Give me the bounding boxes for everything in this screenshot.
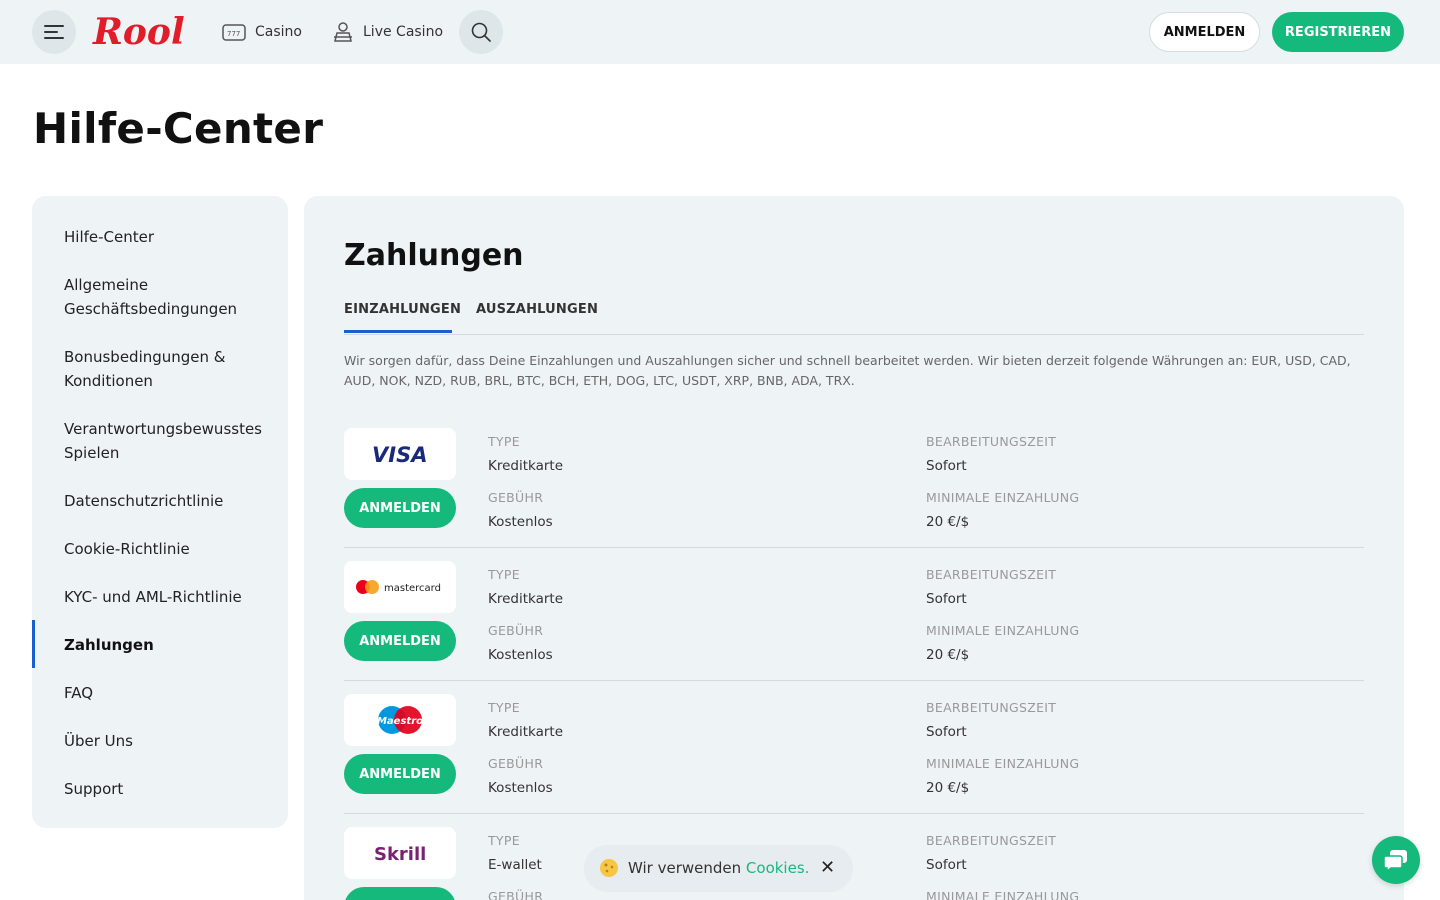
tab-auszahlungen[interactable]: AUSZAHLUNGEN bbox=[476, 302, 598, 317]
fee-label: GEBÜHR bbox=[488, 623, 544, 638]
type-value: E-wallet bbox=[488, 857, 542, 873]
payment-logo-card: mastercard bbox=[344, 561, 456, 613]
skrill-logo: Skrill bbox=[374, 844, 426, 865]
fee-value: Kostenlos bbox=[488, 780, 553, 796]
svg-text:Maestro: Maestro bbox=[377, 716, 423, 727]
maestro-logo: Maestro bbox=[377, 706, 423, 734]
tab-divider bbox=[344, 334, 1364, 335]
fee-label: GEBÜHR bbox=[488, 889, 544, 900]
sidebar-item-kyc-aml[interactable]: KYC- und AML-Richtlinie bbox=[64, 585, 274, 609]
processing-label: BEARBEITUNGSZEIT bbox=[926, 700, 1057, 715]
deposit-login-button[interactable]: ANMELDEN bbox=[344, 754, 456, 794]
type-label: TYPE bbox=[488, 833, 520, 848]
search-icon bbox=[471, 22, 491, 42]
sidebar-active-indicator bbox=[32, 620, 35, 668]
row-divider bbox=[344, 813, 1364, 814]
fee-label: GEBÜHR bbox=[488, 756, 544, 771]
nav-live-casino-label: Live Casino bbox=[363, 24, 444, 40]
svg-text:VISA: VISA bbox=[372, 443, 427, 466]
chat-bubble-icon bbox=[1383, 850, 1407, 872]
payments-intro-text: Wir sorgen dafür, dass Deine Einzahlunge… bbox=[344, 353, 1351, 388]
sidebar-item-cookie-richtlinie[interactable]: Cookie-Richtlinie bbox=[64, 537, 274, 561]
sidebar-item-ueber-uns[interactable]: Über Uns bbox=[64, 729, 274, 753]
menu-button[interactable] bbox=[32, 10, 76, 54]
min-deposit-value: 20 €/$ bbox=[926, 780, 970, 796]
help-sidebar: Hilfe-Center Allgemeine Geschäftsbedingu… bbox=[32, 196, 288, 828]
svg-text:Rooli: Rooli bbox=[92, 11, 186, 53]
tab-einzahlungen[interactable]: EINZAHLUNGEN bbox=[344, 302, 461, 317]
row-divider bbox=[344, 547, 1364, 548]
row-divider bbox=[344, 680, 1364, 681]
sidebar-item-support[interactable]: Support bbox=[64, 777, 274, 801]
search-button[interactable] bbox=[459, 10, 503, 54]
payment-logo-card: Maestro bbox=[344, 694, 456, 746]
processing-label: BEARBEITUNGSZEIT bbox=[926, 833, 1057, 848]
type-label: TYPE bbox=[488, 700, 520, 715]
processing-label: BEARBEITUNGSZEIT bbox=[926, 567, 1057, 582]
cookie-text: Wir verwenden Cookies. bbox=[628, 859, 809, 877]
cookie-banner: Wir verwenden Cookies. ✕ bbox=[584, 845, 853, 892]
nav-live-casino[interactable]: Live Casino bbox=[332, 20, 443, 44]
processing-label: BEARBEITUNGSZEIT bbox=[926, 434, 1057, 449]
sidebar-item-zahlungen[interactable]: Zahlungen bbox=[64, 633, 274, 657]
fee-label: GEBÜHR bbox=[488, 490, 544, 505]
min-deposit-label: MINIMALE EINZAHLUNG bbox=[926, 623, 1080, 638]
sidebar-item-bonusbedingungen[interactable]: Bonusbedingungen & Konditionen bbox=[64, 345, 274, 393]
login-button[interactable]: ANMELDEN bbox=[1149, 12, 1260, 52]
hamburger-menu-icon bbox=[44, 25, 64, 39]
cookie-icon bbox=[600, 859, 618, 877]
top-header: Rooli 777 Casino Live Casino ANMELDEN RE… bbox=[0, 0, 1440, 64]
processing-value: Sofort bbox=[926, 857, 967, 873]
payment-logo-card: VISA bbox=[344, 428, 456, 480]
deposit-login-button[interactable]: ANMELDEN bbox=[344, 488, 456, 528]
visa-logo: VISA bbox=[372, 443, 427, 466]
type-value: Kreditkarte bbox=[488, 458, 564, 474]
type-value: Kreditkarte bbox=[488, 591, 564, 607]
sidebar-item-agb[interactable]: Allgemeine Geschäftsbedingungen bbox=[64, 273, 274, 321]
svg-text:Skrill: Skrill bbox=[374, 844, 426, 865]
type-label: TYPE bbox=[488, 434, 520, 449]
payments-panel: Zahlungen EINZAHLUNGEN AUSZAHLUNGEN Wir … bbox=[304, 196, 1404, 900]
rooli-logo[interactable]: Rooli bbox=[92, 8, 186, 54]
type-label: TYPE bbox=[488, 567, 520, 582]
processing-value: Sofort bbox=[926, 724, 967, 740]
payment-logo-card: Skrill bbox=[344, 827, 456, 879]
processing-value: Sofort bbox=[926, 591, 967, 607]
sidebar-item-datenschutz[interactable]: Datenschutzrichtlinie bbox=[64, 489, 274, 513]
section-title: Zahlungen bbox=[344, 238, 524, 273]
svg-text:mastercard: mastercard bbox=[384, 583, 441, 594]
fee-value: Kostenlos bbox=[488, 514, 553, 530]
min-deposit-label: MINIMALE EINZAHLUNG bbox=[926, 756, 1080, 771]
sidebar-item-hilfe-center[interactable]: Hilfe-Center bbox=[64, 225, 274, 249]
cookies-link[interactable]: Cookies. bbox=[746, 859, 810, 877]
deposit-login-button[interactable]: ANMELDEN bbox=[344, 887, 456, 900]
cookie-message: Wir verwenden bbox=[628, 859, 742, 877]
mastercard-logo: mastercard bbox=[356, 580, 441, 594]
type-value: Kreditkarte bbox=[488, 724, 564, 740]
svg-text:777: 777 bbox=[227, 30, 240, 38]
sidebar-item-verantwortungsbewusstes-spielen[interactable]: Verantwortungsbewusstes Spielen bbox=[64, 417, 274, 465]
min-deposit-value: 20 €/$ bbox=[926, 514, 970, 530]
chat-button[interactable] bbox=[1372, 836, 1420, 884]
min-deposit-label: MINIMALE EINZAHLUNG bbox=[926, 490, 1080, 505]
active-tab-indicator bbox=[344, 330, 452, 333]
sidebar-item-faq[interactable]: FAQ bbox=[64, 681, 274, 705]
deposit-login-button[interactable]: ANMELDEN bbox=[344, 621, 456, 661]
fee-value: Kostenlos bbox=[488, 647, 553, 663]
min-deposit-label: MINIMALE EINZAHLUNG bbox=[926, 889, 1080, 900]
processing-value: Sofort bbox=[926, 458, 967, 474]
dealer-icon bbox=[334, 22, 352, 42]
close-icon[interactable]: ✕ bbox=[820, 857, 835, 878]
min-deposit-value: 20 €/$ bbox=[926, 647, 970, 663]
register-button[interactable]: REGISTRIEREN bbox=[1272, 12, 1404, 52]
page-title: Hilfe-Center bbox=[33, 104, 324, 153]
slot-machine-icon: 777 bbox=[222, 24, 246, 41]
nav-casino[interactable]: 777 Casino bbox=[222, 20, 302, 44]
nav-casino-label: Casino bbox=[255, 24, 302, 40]
